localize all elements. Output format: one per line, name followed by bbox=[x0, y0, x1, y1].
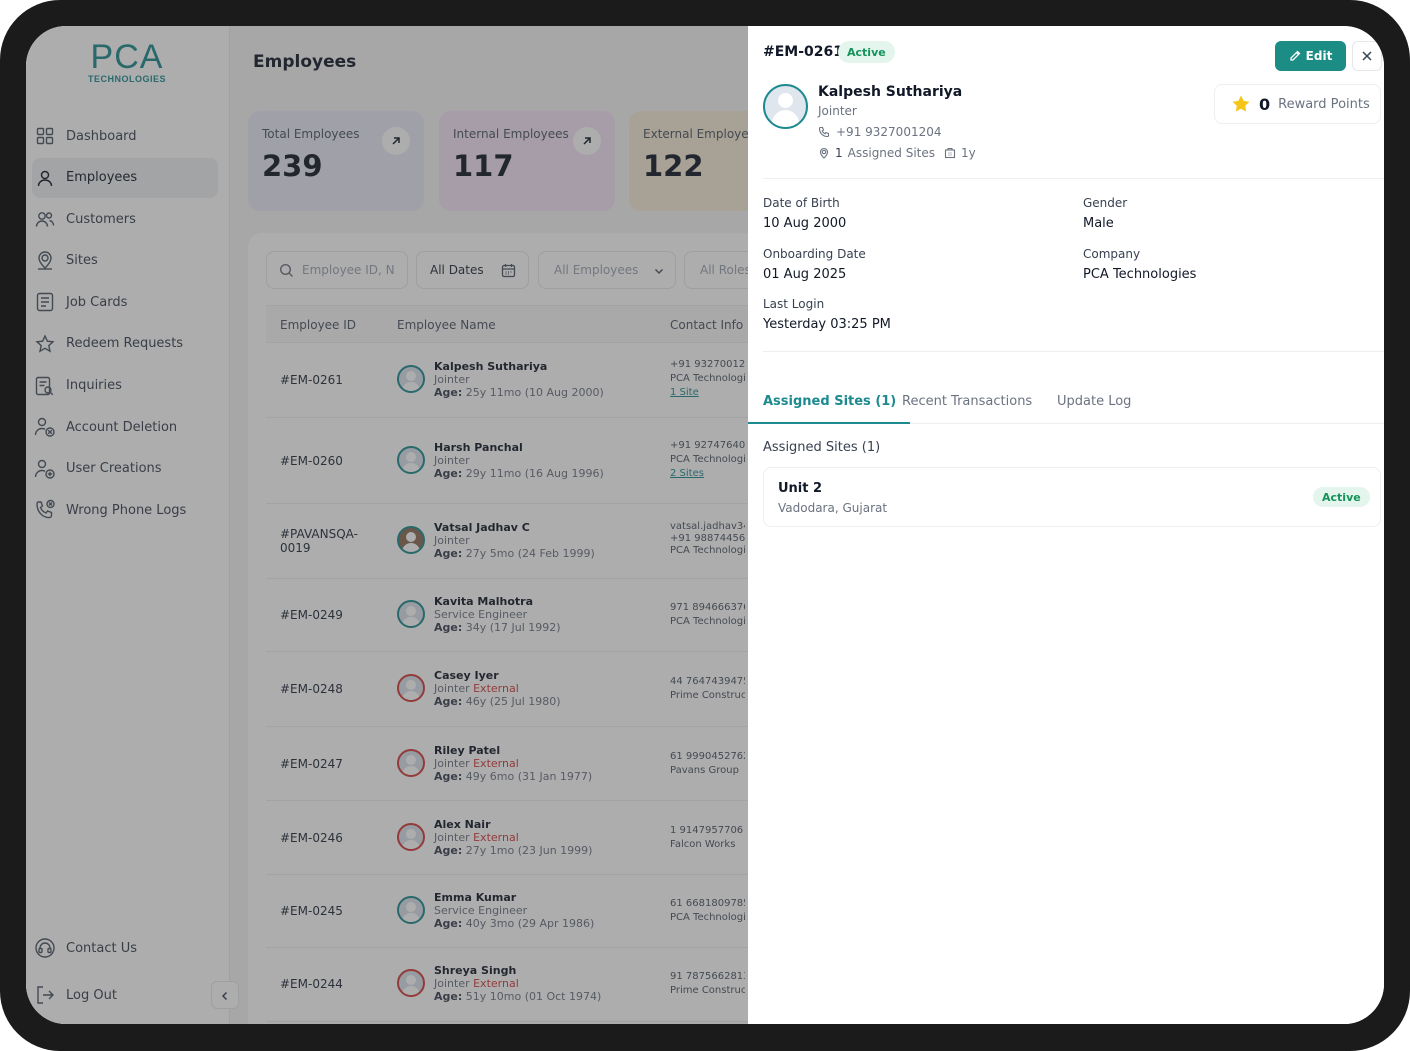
edit-button[interactable]: Edit bbox=[1275, 41, 1346, 71]
phone-icon bbox=[818, 126, 830, 138]
modal-backdrop[interactable] bbox=[26, 26, 748, 1024]
last-login-value: Yesterday 03:25 PM bbox=[763, 317, 891, 332]
close-button[interactable] bbox=[1352, 41, 1382, 71]
employee-detail-drawer: #EM-0261 Active Edit Kalpesh Suthariya J… bbox=[748, 26, 1384, 1024]
site-status-badge: Active bbox=[1313, 487, 1370, 507]
building-icon bbox=[944, 147, 956, 159]
tab-assigned-sites[interactable]: Assigned Sites (1) bbox=[748, 383, 911, 424]
last-login-label: Last Login bbox=[763, 297, 825, 311]
employee-role: Jointer bbox=[818, 104, 857, 118]
dob-value: 10 Aug 2000 bbox=[763, 216, 847, 231]
site-location: Vadodara, Gujarat bbox=[778, 501, 888, 515]
reward-points-label: Reward Points bbox=[1278, 96, 1370, 112]
reward-points-value: 0 bbox=[1259, 94, 1271, 114]
sites-count: 1 bbox=[835, 146, 843, 160]
employee-sites-summary: 1 Assigned Sites 1y bbox=[818, 146, 976, 160]
reward-points-card: 0 Reward Points bbox=[1214, 84, 1381, 124]
tab-update-log[interactable]: Update Log bbox=[1057, 383, 1131, 424]
company-value: PCA Technologies bbox=[1083, 267, 1197, 282]
tab-recent-transactions[interactable]: Recent Transactions bbox=[902, 383, 1032, 424]
section-title: Assigned Sites (1) bbox=[763, 440, 881, 455]
app-screen: PCA TECHNOLOGIES Dashboard Employees Cus… bbox=[26, 26, 1384, 1024]
phone-number: +91 9327001204 bbox=[836, 125, 942, 139]
employee-phone: +91 9327001204 bbox=[818, 125, 942, 139]
close-icon bbox=[1361, 50, 1373, 62]
onboarding-value: 01 Aug 2025 bbox=[763, 267, 847, 282]
sites-label: Assigned Sites bbox=[847, 146, 936, 160]
onboarding-label: Onboarding Date bbox=[763, 247, 866, 261]
device-frame: PCA TECHNOLOGIES Dashboard Employees Cus… bbox=[0, 0, 1410, 1051]
divider bbox=[763, 178, 1384, 179]
pencil-icon bbox=[1289, 50, 1301, 62]
edit-button-label: Edit bbox=[1305, 49, 1333, 63]
divider bbox=[763, 351, 1384, 352]
assigned-site-card[interactable]: Unit 2 Vadodara, Gujarat Active bbox=[763, 467, 1381, 527]
company-label: Company bbox=[1083, 247, 1141, 261]
star-icon bbox=[1231, 94, 1251, 114]
drawer-employee-id: #EM-0261 bbox=[763, 44, 844, 60]
gender-label: Gender bbox=[1083, 196, 1128, 210]
gender-value: Male bbox=[1083, 216, 1114, 231]
avatar bbox=[763, 84, 808, 129]
location-pin-icon bbox=[818, 147, 830, 159]
status-badge: Active bbox=[838, 41, 895, 63]
drawer-tabs: Assigned Sites (1) Recent Transactions U… bbox=[748, 383, 1384, 424]
dob-label: Date of Birth bbox=[763, 196, 840, 210]
site-name: Unit 2 bbox=[778, 481, 823, 496]
tenure: 1y bbox=[961, 146, 976, 160]
employee-name: Kalpesh Suthariya bbox=[818, 84, 963, 100]
